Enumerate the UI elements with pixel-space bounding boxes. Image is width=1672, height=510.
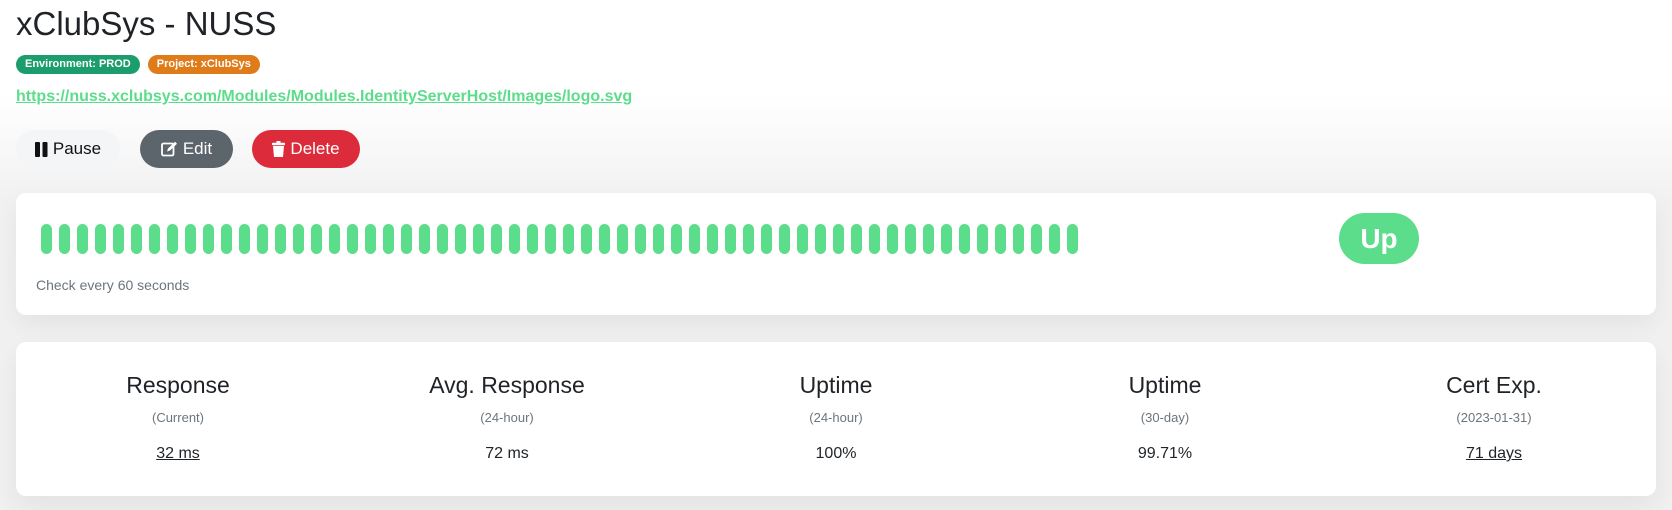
heartbeat-beat[interactable] — [509, 224, 520, 254]
status-badge: Up — [1339, 213, 1419, 264]
heartbeat-beat[interactable] — [761, 224, 772, 254]
heartbeat-beat[interactable] — [347, 224, 358, 254]
edit-icon — [160, 141, 177, 157]
heartbeat-beat[interactable] — [149, 224, 160, 254]
heartbeat-beat[interactable] — [563, 224, 574, 254]
stat-value-link[interactable]: 32 ms — [48, 444, 308, 464]
heartbeat-beat[interactable] — [131, 224, 142, 254]
page-title: xClubSys - NUSS — [16, 5, 277, 42]
heartbeat-beat[interactable] — [437, 224, 448, 254]
heartbeat-beat[interactable] — [41, 224, 52, 254]
heartbeat-beat[interactable] — [59, 224, 70, 254]
heartbeat-beat[interactable] — [959, 224, 970, 254]
heartbeat-beat[interactable] — [77, 224, 88, 254]
heartbeat-beat[interactable] — [635, 224, 646, 254]
heartbeat-beat[interactable] — [365, 224, 376, 254]
stat-title: Cert Exp. — [1446, 372, 1542, 398]
heartbeat-beat[interactable] — [1013, 224, 1024, 254]
heartbeat-beat[interactable] — [977, 224, 988, 254]
stat-cert-expiry: Cert Exp. (2023-01-31) 71 days — [1364, 370, 1624, 464]
pause-button-label: Pause — [52, 139, 102, 158]
heartbeat-beat[interactable] — [221, 224, 232, 254]
heartbeat-beat[interactable] — [491, 224, 502, 254]
heartbeat-beat[interactable] — [653, 224, 664, 254]
stat-subtitle: (24-hour) — [480, 410, 534, 425]
heartbeat-beat[interactable] — [797, 224, 808, 254]
stat-avg-response: Avg. Response (24-hour) 72 ms — [377, 370, 637, 464]
pause-button[interactable]: Pause — [16, 130, 120, 168]
stat-subtitle: (30-day) — [1140, 410, 1190, 425]
heartbeat-beat[interactable] — [941, 224, 952, 254]
heartbeat-beat[interactable] — [203, 224, 214, 254]
heartbeat-beat[interactable] — [95, 224, 106, 254]
heartbeat-beat[interactable] — [869, 224, 880, 254]
heartbeat-beat[interactable] — [1049, 224, 1060, 254]
heartbeat-beat[interactable] — [311, 224, 322, 254]
heartbeat-beat[interactable] — [455, 224, 466, 254]
heartbeat-beat[interactable] — [275, 224, 286, 254]
heartbeat-beat[interactable] — [707, 224, 718, 254]
pause-icon — [34, 141, 48, 157]
heartbeat-beat[interactable] — [743, 224, 754, 254]
heartbeat-beat[interactable] — [419, 224, 430, 254]
heartbeat-card: Check every 60 seconds Up — [16, 193, 1656, 315]
stat-value: 99.71% — [1137, 445, 1193, 462]
heartbeat-beat[interactable] — [815, 224, 826, 254]
stat-title: Response — [126, 372, 230, 398]
stat-uptime-30d: Uptime (30-day) 99.71% — [1035, 370, 1295, 464]
stat-subtitle: (24-hour) — [809, 410, 863, 425]
heartbeat-beat[interactable] — [257, 224, 268, 254]
heartbeat-beat[interactable] — [689, 224, 700, 254]
stat-title: Avg. Response — [429, 372, 585, 398]
heartbeat-beat[interactable] — [725, 224, 736, 254]
stat-response-current: Response (Current) 32 ms — [48, 370, 308, 464]
heartbeat-beat[interactable] — [1067, 224, 1078, 254]
heartbeat-beat[interactable] — [113, 224, 124, 254]
heartbeat-beat[interactable] — [545, 224, 556, 254]
heartbeat-beat[interactable] — [1031, 224, 1042, 254]
delete-button[interactable]: Delete — [252, 130, 360, 168]
heartbeat-beat[interactable] — [617, 224, 628, 254]
stat-value-link[interactable]: 71 days — [1364, 444, 1624, 464]
monitor-url-link[interactable]: https://nuss.xclubsys.com/Modules/Module… — [16, 88, 632, 106]
heartbeat-beat[interactable] — [329, 224, 340, 254]
heartbeat-beat[interactable] — [833, 224, 844, 254]
heartbeat-beat[interactable] — [167, 224, 178, 254]
edit-button[interactable]: Edit — [140, 130, 233, 168]
stat-subtitle: (2023-01-31) — [1456, 410, 1532, 425]
stat-uptime-24h: Uptime (24-hour) 100% — [706, 370, 966, 464]
stats-card: Response (Current) 32 ms Avg. Response (… — [16, 342, 1656, 496]
heartbeat-beat[interactable] — [887, 224, 898, 254]
heartbeat-beat[interactable] — [995, 224, 1006, 254]
heartbeat-beat[interactable] — [905, 224, 916, 254]
stat-value: 100% — [815, 445, 857, 462]
heartbeat-bar — [41, 224, 1078, 254]
stat-subtitle: (Current) — [151, 410, 204, 425]
heartbeat-beat[interactable] — [473, 224, 484, 254]
heartbeat-beat[interactable] — [923, 224, 934, 254]
heartbeat-beat[interactable] — [851, 224, 862, 254]
stat-value: 72 ms — [485, 445, 529, 462]
heartbeat-beat[interactable] — [581, 224, 592, 254]
tag-list: Environment: PROD Project: xClubSys — [16, 55, 260, 74]
delete-button-label: Delete — [290, 139, 340, 158]
heartbeat-beat[interactable] — [383, 224, 394, 254]
heartbeat-beat[interactable] — [527, 224, 538, 254]
trash-icon — [272, 141, 286, 157]
stat-title: Uptime — [1128, 372, 1202, 398]
heartbeat-beat[interactable] — [779, 224, 790, 254]
project-tag: Project: xClubSys — [147, 55, 260, 74]
stat-title: Uptime — [799, 372, 873, 398]
environment-tag: Environment: PROD — [16, 55, 140, 74]
heartbeat-beat[interactable] — [401, 224, 412, 254]
heartbeat-beat[interactable] — [293, 224, 304, 254]
edit-button-label: Edit — [182, 139, 213, 158]
check-interval-text: Check every 60 seconds — [36, 277, 190, 293]
heartbeat-beat[interactable] — [239, 224, 250, 254]
heartbeat-beat[interactable] — [599, 224, 610, 254]
heartbeat-beat[interactable] — [185, 224, 196, 254]
heartbeat-beat[interactable] — [671, 224, 682, 254]
